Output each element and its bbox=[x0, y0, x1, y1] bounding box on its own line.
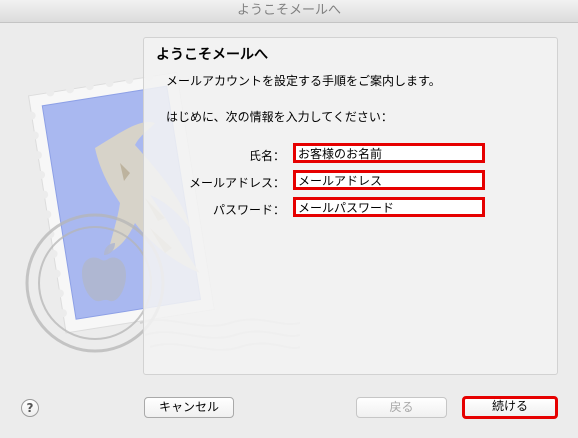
welcome-panel: ようこそメールへ メールアカウントを設定する手順をご案内します。 はじめに、次の… bbox=[143, 37, 558, 375]
email-label: メールアドレス： bbox=[188, 176, 285, 190]
instruction-text: はじめに、次の情報を入力してください： bbox=[166, 110, 393, 124]
setup-assistant-content: ようこそメールへ メールアカウントを設定する手順をご案内します。 はじめに、次の… bbox=[0, 23, 578, 438]
full-name-field[interactable] bbox=[293, 143, 485, 163]
cancel-button[interactable]: キャンセル bbox=[144, 397, 234, 418]
back-button[interactable]: 戻る bbox=[356, 397, 447, 418]
password-field[interactable] bbox=[293, 197, 485, 217]
help-button[interactable]: ? bbox=[21, 399, 39, 417]
continue-button[interactable]: 続ける bbox=[462, 396, 558, 419]
password-label: パスワード： bbox=[212, 203, 285, 217]
name-label: 氏名： bbox=[248, 149, 285, 163]
email-field[interactable] bbox=[293, 170, 485, 190]
question-mark-icon: ? bbox=[26, 401, 34, 415]
window-title: ようこそメールへ bbox=[0, 0, 578, 23]
welcome-heading: ようこそメールへ bbox=[156, 47, 268, 63]
intro-text: メールアカウントを設定する手順をご案内します。 bbox=[166, 74, 441, 88]
